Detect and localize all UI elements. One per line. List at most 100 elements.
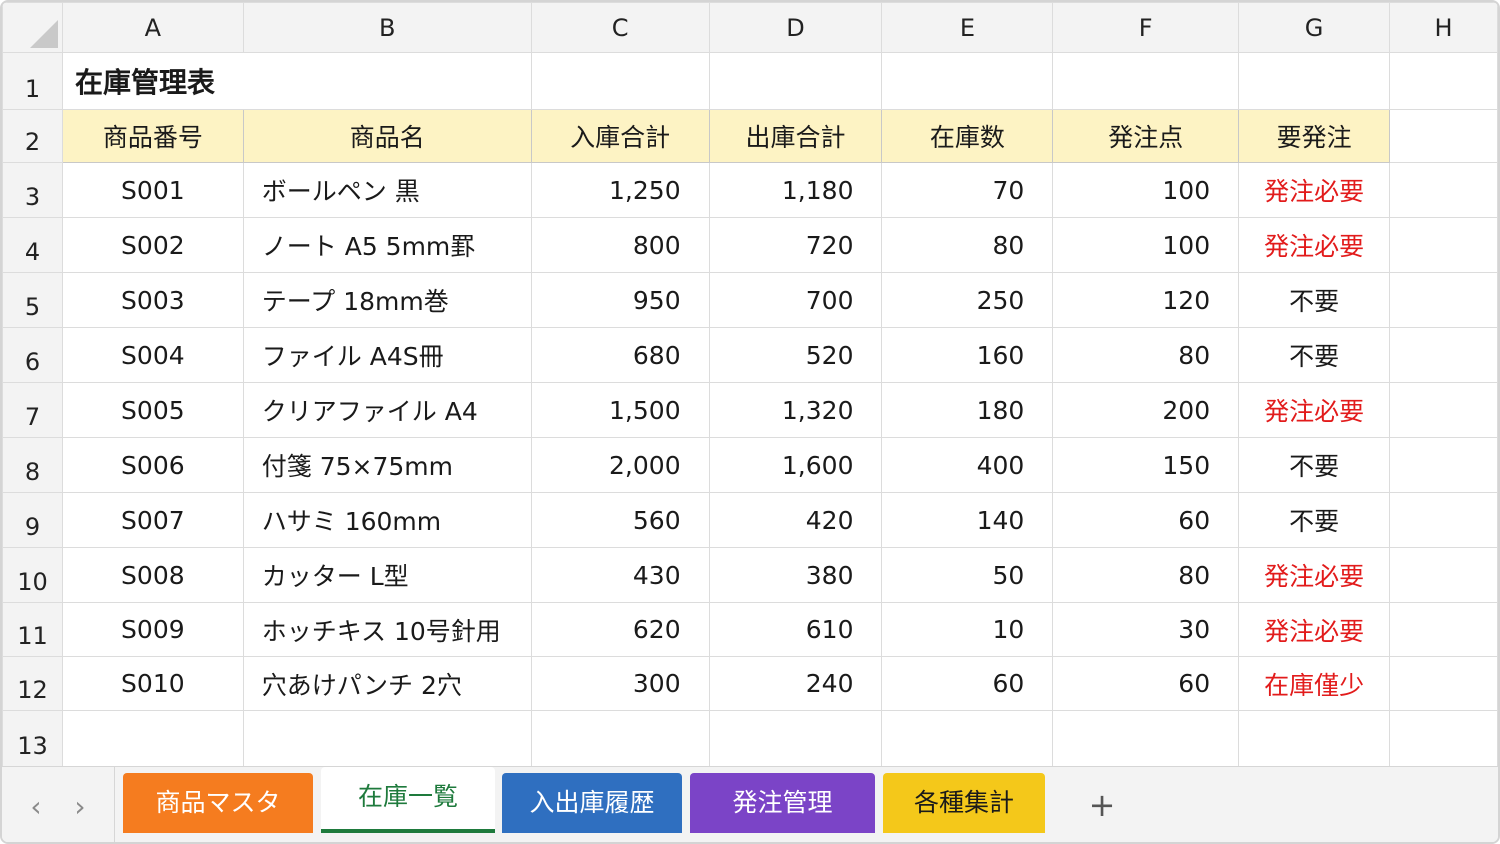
cell-reorder-point[interactable]: 80 — [1052, 327, 1240, 383]
cell-product-name[interactable]: 付箋 75×75mm — [242, 437, 532, 493]
row-header[interactable]: 3 — [2, 162, 63, 218]
column-header-d[interactable]: D — [708, 2, 883, 53]
cell-product-id[interactable]: S008 — [61, 547, 244, 603]
row-header[interactable]: 13 — [2, 710, 63, 767]
cell-product-name[interactable]: ファイル A4S冊 — [242, 327, 532, 383]
row-header[interactable]: 6 — [2, 327, 63, 383]
cell-stock-count[interactable]: 80 — [881, 217, 1054, 273]
cell-stock-count[interactable]: 70 — [881, 162, 1054, 218]
cell-product-id[interactable]: S005 — [61, 382, 244, 438]
cell-needs-order[interactable]: 不要 — [1238, 492, 1391, 548]
cell-product-name[interactable]: ホッチキス 10号針用 — [242, 602, 532, 657]
cell-outbound-total[interactable]: 240 — [708, 656, 883, 711]
cell-needs-order[interactable]: 発注必要 — [1238, 162, 1391, 218]
column-header-g[interactable]: G — [1238, 2, 1391, 53]
cell-outbound-total[interactable]: 380 — [708, 547, 883, 603]
cell[interactable] — [1389, 656, 1498, 711]
column-header-b[interactable]: B — [242, 2, 532, 53]
next-sheet-icon[interactable]: › — [60, 787, 100, 827]
cell-outbound-total[interactable]: 420 — [708, 492, 883, 548]
cell-inbound-total[interactable]: 1,250 — [530, 162, 710, 218]
cell-outbound-total[interactable]: 610 — [708, 602, 883, 657]
cell[interactable] — [61, 710, 244, 767]
cell-needs-order[interactable]: 不要 — [1238, 272, 1391, 328]
cell-product-id[interactable]: S004 — [61, 327, 244, 383]
row-header[interactable]: 10 — [2, 547, 63, 603]
cell-inbound-total[interactable]: 800 — [530, 217, 710, 273]
cell-reorder-point[interactable]: 60 — [1052, 492, 1240, 548]
cell-needs-order[interactable]: 発注必要 — [1238, 217, 1391, 273]
cell-inbound-total[interactable]: 430 — [530, 547, 710, 603]
row-header[interactable]: 7 — [2, 382, 63, 438]
cell-outbound-total[interactable]: 1,180 — [708, 162, 883, 218]
row-header[interactable]: 8 — [2, 437, 63, 493]
cell-reorder-point[interactable]: 120 — [1052, 272, 1240, 328]
cell-product-id[interactable]: S009 — [61, 602, 244, 657]
cell[interactable] — [1389, 492, 1498, 548]
cell-reorder-point[interactable]: 100 — [1052, 162, 1240, 218]
cell-outbound-total[interactable]: 700 — [708, 272, 883, 328]
cell-stock-count[interactable]: 50 — [881, 547, 1054, 603]
cell[interactable] — [881, 710, 1054, 767]
cell-reorder-point[interactable]: 150 — [1052, 437, 1240, 493]
cell[interactable] — [1238, 52, 1391, 110]
tab-inventory-list[interactable]: 在庫一覧 — [321, 767, 495, 833]
cell[interactable] — [1389, 52, 1498, 110]
sheet-title-cell[interactable]: 在庫管理表 — [61, 52, 532, 110]
row-header[interactable]: 4 — [2, 217, 63, 273]
cell-stock-count[interactable]: 60 — [881, 656, 1054, 711]
cell-stock-count[interactable]: 10 — [881, 602, 1054, 657]
cell-stock-count[interactable]: 140 — [881, 492, 1054, 548]
cell-product-id[interactable]: S002 — [61, 217, 244, 273]
cell[interactable] — [1389, 547, 1498, 603]
cell-product-name[interactable]: ハサミ 160mm — [242, 492, 532, 548]
cell-reorder-point[interactable]: 60 — [1052, 656, 1240, 711]
column-header-f[interactable]: F — [1052, 2, 1240, 53]
column-header-a[interactable]: A — [61, 2, 244, 53]
cell-product-name[interactable]: ノート A5 5mm罫 — [242, 217, 532, 273]
cell-product-id[interactable]: S010 — [61, 656, 244, 711]
column-header-e[interactable]: E — [881, 2, 1054, 53]
tab-order-management[interactable]: 発注管理 — [690, 773, 875, 833]
cell[interactable] — [1389, 437, 1498, 493]
cell[interactable] — [1389, 602, 1498, 657]
cell-inbound-total[interactable]: 680 — [530, 327, 710, 383]
row-header[interactable]: 1 — [2, 52, 63, 110]
cell-needs-order[interactable]: 発注必要 — [1238, 602, 1391, 657]
cell[interactable] — [1389, 162, 1498, 218]
header-inbound-total[interactable]: 入庫合計 — [530, 109, 710, 163]
row-header[interactable]: 2 — [2, 109, 63, 163]
cell-stock-count[interactable]: 180 — [881, 382, 1054, 438]
add-sheet-icon[interactable]: + — [1082, 785, 1122, 825]
cell[interactable] — [242, 710, 532, 767]
tab-product-master[interactable]: 商品マスタ — [123, 773, 313, 833]
cell-inbound-total[interactable]: 560 — [530, 492, 710, 548]
cell-reorder-point[interactable]: 80 — [1052, 547, 1240, 603]
cell-needs-order[interactable]: 在庫僅少 — [1238, 656, 1391, 711]
cell-inbound-total[interactable]: 2,000 — [530, 437, 710, 493]
cell-outbound-total[interactable]: 720 — [708, 217, 883, 273]
cell-inbound-total[interactable]: 300 — [530, 656, 710, 711]
cell[interactable] — [1389, 382, 1498, 438]
cell[interactable] — [1389, 710, 1498, 767]
cell[interactable] — [708, 52, 883, 110]
header-reorder-point[interactable]: 発注点 — [1052, 109, 1240, 163]
cell-product-name[interactable]: クリアファイル A4 — [242, 382, 532, 438]
cell-stock-count[interactable]: 400 — [881, 437, 1054, 493]
cell-outbound-total[interactable]: 1,320 — [708, 382, 883, 438]
cell-needs-order[interactable]: 不要 — [1238, 437, 1391, 493]
cell-inbound-total[interactable]: 950 — [530, 272, 710, 328]
cell-product-id[interactable]: S001 — [61, 162, 244, 218]
cell[interactable] — [1052, 710, 1240, 767]
prev-sheet-icon[interactable]: ‹ — [16, 787, 56, 827]
cell-stock-count[interactable]: 160 — [881, 327, 1054, 383]
cell-product-name[interactable]: ボールペン 黒 — [242, 162, 532, 218]
cell[interactable] — [1238, 710, 1391, 767]
header-needs-order[interactable]: 要発注 — [1238, 109, 1391, 163]
header-stock-count[interactable]: 在庫数 — [881, 109, 1054, 163]
row-header[interactable]: 5 — [2, 272, 63, 328]
cell-outbound-total[interactable]: 1,600 — [708, 437, 883, 493]
row-header[interactable]: 12 — [2, 656, 63, 711]
cell-inbound-total[interactable]: 1,500 — [530, 382, 710, 438]
tab-summaries[interactable]: 各種集計 — [883, 773, 1045, 833]
